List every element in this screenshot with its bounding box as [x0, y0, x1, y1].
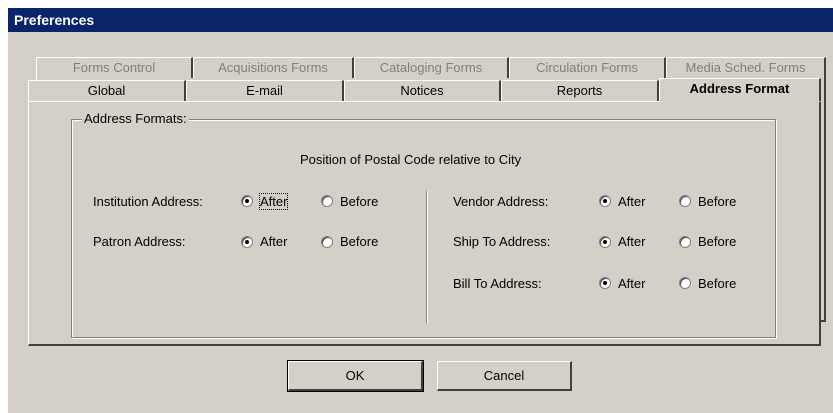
- tab-email[interactable]: E-mail: [186, 80, 344, 101]
- tab-label: Acquisitions Forms: [218, 60, 328, 75]
- bill-to-address-label: Bill To Address:: [453, 276, 542, 291]
- institution-after-radio[interactable]: [241, 195, 253, 207]
- bill-to-before-radio[interactable]: [679, 277, 691, 289]
- bill-to-before-label[interactable]: Before: [698, 276, 736, 291]
- tab-label: Reports: [556, 83, 603, 98]
- ship-to-before-radio[interactable]: [679, 236, 691, 248]
- group-label: Address Formats:: [82, 111, 189, 126]
- tab-media-sched-forms[interactable]: Media Sched. Forms: [666, 57, 826, 78]
- ship-to-after-radio[interactable]: [599, 236, 611, 248]
- cancel-label: Cancel: [483, 368, 525, 383]
- tab-label: Forms Control: [72, 60, 156, 75]
- vendor-after-label[interactable]: After: [618, 194, 645, 209]
- column-divider: [426, 191, 428, 323]
- tab-reports[interactable]: Reports: [501, 80, 659, 101]
- tab-label: Address Format: [689, 81, 790, 96]
- ship-to-address-label: Ship To Address:: [453, 234, 551, 249]
- bill-to-after-label[interactable]: After: [618, 276, 645, 291]
- vendor-before-radio[interactable]: [679, 195, 691, 207]
- ok-button[interactable]: OK: [287, 360, 424, 392]
- vendor-before-label[interactable]: Before: [698, 194, 736, 209]
- tab-label: Cataloging Forms: [379, 60, 483, 75]
- tab-notices[interactable]: Notices: [344, 80, 501, 101]
- ok-label: OK: [345, 368, 365, 383]
- vendor-after-radio[interactable]: [599, 195, 611, 207]
- patron-after-radio[interactable]: [241, 236, 253, 248]
- patron-before-label[interactable]: Before: [340, 234, 378, 249]
- institution-after-label[interactable]: After: [258, 193, 289, 210]
- patron-after-label[interactable]: After: [260, 234, 287, 249]
- active-tab-joint: [659, 101, 819, 103]
- institution-before-radio[interactable]: [321, 195, 333, 207]
- ship-to-after-label[interactable]: After: [618, 234, 645, 249]
- patron-before-radio[interactable]: [321, 236, 333, 248]
- tab-circulation-forms[interactable]: Circulation Forms: [509, 57, 666, 78]
- vendor-address-label: Vendor Address:: [453, 194, 549, 209]
- tab-label: Circulation Forms: [536, 60, 638, 75]
- title-bar[interactable]: Preferences: [8, 8, 833, 32]
- tab-forms-control[interactable]: Forms Control: [36, 57, 193, 78]
- tab-label: Notices: [400, 83, 444, 98]
- tab-address-format[interactable]: Address Format: [659, 78, 821, 103]
- institution-address-label: Institution Address:: [93, 194, 203, 209]
- tab-label: Media Sched. Forms: [685, 60, 806, 75]
- postal-code-subtitle: Position of Postal Code relative to City: [300, 152, 522, 167]
- ship-to-before-label[interactable]: Before: [698, 234, 736, 249]
- cancel-button[interactable]: Cancel: [437, 361, 572, 391]
- tab-global[interactable]: Global: [28, 80, 186, 101]
- institution-before-label[interactable]: Before: [340, 194, 378, 209]
- tab-label: Global: [87, 83, 126, 98]
- tab-label: E-mail: [246, 83, 283, 98]
- patron-address-label: Patron Address:: [93, 234, 186, 249]
- tab-acquisitions-forms[interactable]: Acquisitions Forms: [193, 57, 354, 78]
- bill-to-after-radio[interactable]: [599, 277, 611, 289]
- window-title: Preferences: [14, 12, 95, 28]
- tab-cataloging-forms[interactable]: Cataloging Forms: [354, 57, 509, 78]
- preferences-dialog: Preferences Forms Control Acquisitions F…: [8, 8, 833, 413]
